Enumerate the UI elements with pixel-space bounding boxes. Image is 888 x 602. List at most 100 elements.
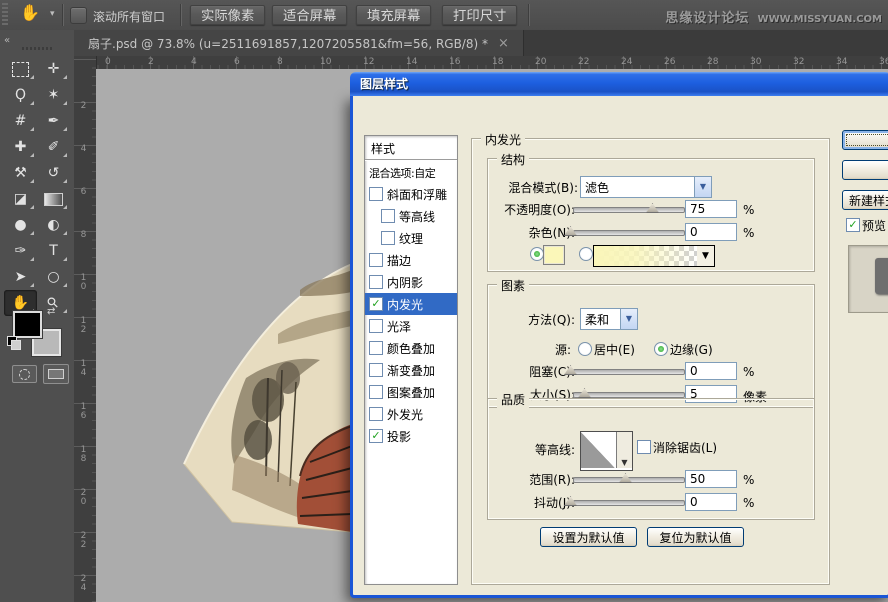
choke-input[interactable] [685,362,737,380]
style-item-stroke[interactable]: 描边 [365,249,457,271]
reset-default-button[interactable]: 复位为默认值 [647,527,744,547]
style-item-inner-shadow[interactable]: 内阴影 [365,271,457,293]
glow-gradient-arrow-icon[interactable]: ▼ [697,245,715,267]
hand-tool-icon[interactable]: ✋ [20,3,40,22]
style-item-drop-shadow[interactable]: ✓投影 [365,425,457,447]
cancel-button[interactable] [842,160,888,180]
path-selection-tool[interactable]: ➤ [4,264,37,290]
checkbox[interactable] [369,341,383,355]
fill-screen-button[interactable]: 填充屏幕 [356,5,431,25]
options-bar-grip[interactable] [2,3,8,27]
set-default-button[interactable]: 设置为默认值 [540,527,637,547]
quality-group-label: 品质 [497,391,529,408]
print-size-button[interactable]: 打印尺寸 [442,5,517,25]
collapse-panel-icon[interactable]: « [4,35,8,46]
eyedropper-tool[interactable]: ✒ [37,108,70,134]
fit-screen-button[interactable]: 适合屏幕 [272,5,347,25]
style-item-inner-glow[interactable]: ✓内发光 [365,293,457,315]
document-tab[interactable]: 扇子.psd @ 73.8% (u=2511691857,1207205581&… [74,30,524,56]
checkbox[interactable] [369,187,383,201]
checkbox[interactable] [369,253,383,267]
contour-arrow-icon[interactable]: ▼ [616,432,632,468]
ok-button[interactable] [842,130,888,150]
blend-mode-select[interactable]: 滤色 ▼ [580,176,712,198]
default-colors-icon[interactable] [7,336,21,350]
preview-checkbox[interactable]: ✓ [846,218,860,232]
gradient-tool[interactable] [37,186,70,212]
range-input[interactable] [685,470,737,488]
spot-healing-brush-icon: ✚ [15,139,27,155]
spot-healing-brush-tool[interactable]: ✚ [4,134,37,160]
checkbox[interactable] [369,319,383,333]
type-tool[interactable]: T [37,238,70,264]
checkbox[interactable] [369,407,383,421]
magic-wand-tool[interactable]: ✶ [37,82,70,108]
actual-pixels-button[interactable]: 实际像素 [190,5,265,25]
range-unit: % [743,473,754,487]
new-style-button[interactable]: 新建样式 [842,190,888,210]
rectangular-marquee-tool[interactable] [4,56,37,82]
clone-stamp-tool[interactable]: ⚒ [4,160,37,186]
blur-tool[interactable]: ● [4,212,37,238]
noise-slider[interactable] [573,230,685,236]
antialias-checkbox[interactable] [637,440,651,454]
style-item-gradient-overlay[interactable]: 渐变叠加 [365,359,457,381]
checkbox[interactable] [369,275,383,289]
jitter-input[interactable] [685,493,737,511]
jitter-slider[interactable] [573,500,685,506]
eraser-tool[interactable]: ◪ [4,186,37,212]
magic-wand-icon: ✶ [48,87,60,103]
history-brush-tool[interactable]: ↺ [37,160,70,186]
source-edge-radio[interactable] [654,342,668,356]
noise-input[interactable] [685,223,737,241]
technique-select[interactable]: 柔和 ▼ [580,308,638,330]
checkbox[interactable] [369,363,383,377]
tool-options-bar: ✋ ▾ 滚动所有窗口 实际像素 适合屏幕 填充屏幕 打印尺寸 思缘设计论坛 WW… [0,0,888,31]
choke-slider[interactable] [573,369,685,375]
quick-mask-mode-button[interactable] [12,365,37,383]
source-center-radio[interactable] [578,342,592,356]
opacity-input[interactable] [685,200,737,218]
contour-picker[interactable]: ▼ [580,431,633,471]
checkbox[interactable] [369,385,383,399]
glow-color-radio[interactable] [530,247,544,261]
style-item-texture[interactable]: 纹理 [365,227,457,249]
chevron-down-icon[interactable]: ▼ [620,309,637,329]
glow-color-swatch[interactable] [543,245,565,265]
style-item-bevel-emboss[interactable]: 斜面和浮雕 [365,183,457,205]
hand-tool-preset-arrow-icon[interactable]: ▾ [50,9,55,19]
ellipse-shape-tool[interactable]: ○ [37,264,70,290]
brush-tool[interactable]: ✐ [37,134,70,160]
checkbox[interactable] [381,209,395,223]
style-item-outer-glow[interactable]: 外发光 [365,403,457,425]
checkbox[interactable] [381,231,395,245]
style-preview-thumbnail [848,245,888,313]
technique-value: 柔和 [581,309,620,329]
dodge-tool[interactable]: ◐ [37,212,70,238]
lasso-tool[interactable]: Ϙ [4,82,37,108]
glow-gradient-bar[interactable] [593,245,699,267]
style-item-satin[interactable]: 光泽 [365,315,457,337]
move-tool[interactable]: ✛ [37,56,70,82]
foreground-color-swatch[interactable] [13,311,42,338]
panel-grip[interactable] [22,47,52,50]
dialog-title-bar[interactable]: 图层样式 [350,72,888,96]
scroll-all-windows-checkbox[interactable] [70,7,87,24]
tab-close-icon[interactable]: × [498,36,509,51]
tools-grid: ✛ Ϙ ✶ # ✒ ✚ ✐ ⚒ ↺ ◪ ● ◐ ✑ T ➤ ○ ✋ ⚲ [4,56,70,316]
opacity-slider[interactable] [573,207,685,213]
screen-mode-button[interactable] [43,364,69,384]
styles-list-header[interactable]: 样式 [365,136,457,158]
chevron-down-icon[interactable]: ▼ [694,177,711,197]
checkbox-checked[interactable]: ✓ [369,297,383,311]
style-item-pattern-overlay[interactable]: 图案叠加 [365,381,457,403]
blending-options-item[interactable]: 混合选项:自定 [365,162,457,183]
style-item-contour[interactable]: 等高线 [365,205,457,227]
pen-tool[interactable]: ✑ [4,238,37,264]
crop-tool[interactable]: # [4,108,37,134]
swap-colors-icon[interactable]: ⇄ [47,306,55,317]
fan-artwork-image [150,250,362,540]
checkbox-checked[interactable]: ✓ [369,429,383,443]
glow-gradient-radio[interactable] [579,247,593,261]
style-item-color-overlay[interactable]: 颜色叠加 [365,337,457,359]
